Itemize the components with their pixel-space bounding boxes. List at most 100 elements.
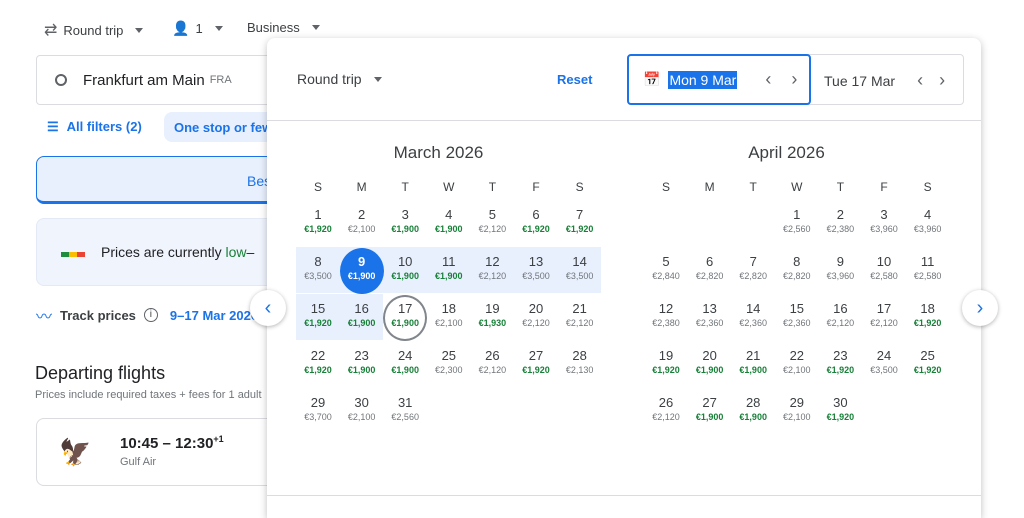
day-number: 29 xyxy=(789,395,805,410)
calendar-day[interactable]: 23 €1,900 xyxy=(340,342,384,388)
calendar-day[interactable]: 29 €3,700 xyxy=(296,389,340,435)
calendar-day[interactable]: 19 €1,920 xyxy=(644,342,688,388)
calendar-day[interactable]: 2 €2,100 xyxy=(340,201,384,247)
price-insight-banner[interactable]: Prices are currently low – xyxy=(36,218,286,286)
calendar-day[interactable]: 18 €2,100 xyxy=(427,295,471,341)
day-price: €3,960 xyxy=(870,224,898,234)
calendar-day[interactable]: 8 €3,500 xyxy=(296,248,340,294)
calendar-day[interactable]: 9 €1,900 xyxy=(339,248,384,294)
calendar-day[interactable]: 19 €1,930 xyxy=(470,295,514,341)
day-number: 23 xyxy=(833,348,848,363)
calendar-day[interactable]: 10 €2,580 xyxy=(862,248,906,294)
calendar-day[interactable]: 23 €1,920 xyxy=(818,342,862,388)
calendar-day[interactable]: 2 €2,380 xyxy=(818,201,862,247)
calendar-day[interactable]: 25 €2,300 xyxy=(427,342,471,388)
calendar-day[interactable]: 10 €1,900 xyxy=(383,248,427,294)
day-number: 8 xyxy=(314,254,322,269)
info-icon[interactable]: i xyxy=(143,308,158,322)
all-filters-button[interactable]: ☰ All filters (2) xyxy=(47,119,142,135)
trip-type-select[interactable]: ⇄ Round trip xyxy=(44,20,144,40)
day-price: €1,920 xyxy=(826,365,855,375)
filters-icon: ☰ xyxy=(47,119,59,134)
day-price: €1,900 xyxy=(347,271,376,281)
calendar-day[interactable]: 18 €1,920 xyxy=(906,295,950,341)
calendar-day[interactable]: 1 €2,560 xyxy=(775,201,819,247)
passenger-count: 1 xyxy=(195,21,203,36)
calendar-day[interactable]: 12 €2,120 xyxy=(470,248,514,294)
calendar-day[interactable]: 14 €3,500 xyxy=(558,248,602,294)
calendar-day[interactable]: 29 €2,100 xyxy=(775,389,819,435)
caret-icon xyxy=(214,26,223,31)
calendar-day[interactable]: 22 €2,100 xyxy=(775,342,819,388)
next-month-button[interactable]: › xyxy=(962,290,998,326)
calendar-day[interactable]: 17 €1,900 xyxy=(383,295,428,341)
day-number: 11 xyxy=(442,254,456,269)
calendar-day[interactable]: 15 €2,360 xyxy=(775,295,819,341)
day-price: €1,900 xyxy=(347,365,376,375)
calendar-day[interactable]: 22 €1,920 xyxy=(296,342,340,388)
calendar-day[interactable]: 13 €2,360 xyxy=(688,295,732,341)
month-title: April 2026 xyxy=(748,143,825,162)
calendar-day[interactable]: 6 €2,820 xyxy=(688,248,732,294)
calendar-day[interactable]: 24 €1,900 xyxy=(383,342,427,388)
calendar-day[interactable]: 7 €2,820 xyxy=(731,248,775,294)
calendar-day[interactable]: 3 €3,960 xyxy=(862,201,906,247)
calendar-day[interactable]: 6 €1,920 xyxy=(514,201,558,247)
calendar-day[interactable]: 4 €1,900 xyxy=(427,201,471,247)
calendar-day[interactable]: 31 €2,560 xyxy=(383,389,427,435)
passengers-select[interactable]: 👤 1 xyxy=(172,20,223,37)
calendar-day[interactable]: 25 €1,920 xyxy=(906,342,950,388)
calendar-day[interactable]: 26 €2,120 xyxy=(470,342,514,388)
calendar-day[interactable]: 15 €1,920 xyxy=(296,295,340,341)
day-price: €2,360 xyxy=(695,318,724,328)
weekday-label: M xyxy=(356,180,367,194)
calendar-day[interactable]: 20 €1,900 xyxy=(688,342,732,388)
calendar-day[interactable]: 8 €2,820 xyxy=(775,248,819,294)
caret-icon xyxy=(135,27,144,33)
origin-input[interactable]: Frankfurt am Main FRA xyxy=(36,55,286,105)
day-number: 31 xyxy=(397,395,413,410)
calendar-day[interactable]: 17 €2,120 xyxy=(862,295,906,341)
date-picker-dialog: Round trip Reset 📅 Mon 9 Mar ‹ › Tue 17 … xyxy=(267,38,981,518)
stops-filter-chip[interactable]: One stop or fewer xyxy=(164,112,284,142)
calendar-day[interactable]: 5 €2,120 xyxy=(470,201,514,247)
calendar-day[interactable]: 7 €1,920 xyxy=(558,201,602,247)
day-number: 11 xyxy=(920,254,935,269)
calendar-day[interactable]: 30 €1,920 xyxy=(818,389,862,435)
calendar-day[interactable]: 4 €3,960 xyxy=(906,201,950,247)
weekday-label: T xyxy=(749,180,757,194)
calendar-day[interactable]: 1 €1,920 xyxy=(296,201,340,247)
day-price: €2,820 xyxy=(739,271,767,281)
flight-card[interactable]: 🦅 10:45 – 12:30+1 Gulf Air xyxy=(36,418,286,486)
calendar-day[interactable]: 20 €2,120 xyxy=(514,295,558,341)
calendar-day[interactable]: 28 €1,900 xyxy=(731,389,775,435)
day-offset: +1 xyxy=(213,434,224,444)
calendar-day[interactable]: 9 €3,960 xyxy=(818,248,862,294)
calendar-day[interactable]: 3 €1,900 xyxy=(383,201,427,247)
calendar-day[interactable]: 16 €2,120 xyxy=(818,295,862,341)
calendar-day[interactable]: 5 €2,840 xyxy=(644,248,688,294)
weekday-label: S xyxy=(575,180,584,194)
calendar-day[interactable]: 24 €3,500 xyxy=(862,342,906,388)
calendar-day[interactable]: 27 €1,920 xyxy=(514,342,558,388)
day-price: €1,900 xyxy=(435,224,463,234)
sort-tab-best[interactable]: Best xyxy=(36,156,286,204)
calendar-day[interactable]: 26 €2,120 xyxy=(644,389,688,435)
calendar-day[interactable]: 13 €3,500 xyxy=(514,248,558,294)
calendar-day[interactable]: 11 €1,900 xyxy=(427,248,471,294)
calendar-day[interactable]: 21 €1,900 xyxy=(731,342,775,388)
day-price: €1,930 xyxy=(478,318,507,328)
calendar-day[interactable]: 14 €2,360 xyxy=(731,295,775,341)
calendar-day[interactable]: 11 €2,580 xyxy=(906,248,950,294)
calendar-day[interactable]: 16 €1,900 xyxy=(340,295,384,341)
track-prices-row[interactable]: 〰 Track prices i 9–17 Mar 2026 xyxy=(36,303,258,327)
calendar-day[interactable]: 28 €2,130 xyxy=(558,342,602,388)
prev-month-button[interactable]: ‹ xyxy=(250,290,286,326)
calendar-day[interactable]: 21 €2,120 xyxy=(558,295,602,341)
calendar-day[interactable]: 27 €1,900 xyxy=(688,389,732,435)
day-price: €1,920 xyxy=(565,224,594,234)
price-insight-text: Prices are currently xyxy=(101,244,226,260)
cabin-select[interactable]: Business xyxy=(247,20,320,35)
calendar-day[interactable]: 30 €2,100 xyxy=(340,389,384,435)
calendar-day[interactable]: 12 €2,380 xyxy=(644,295,688,341)
